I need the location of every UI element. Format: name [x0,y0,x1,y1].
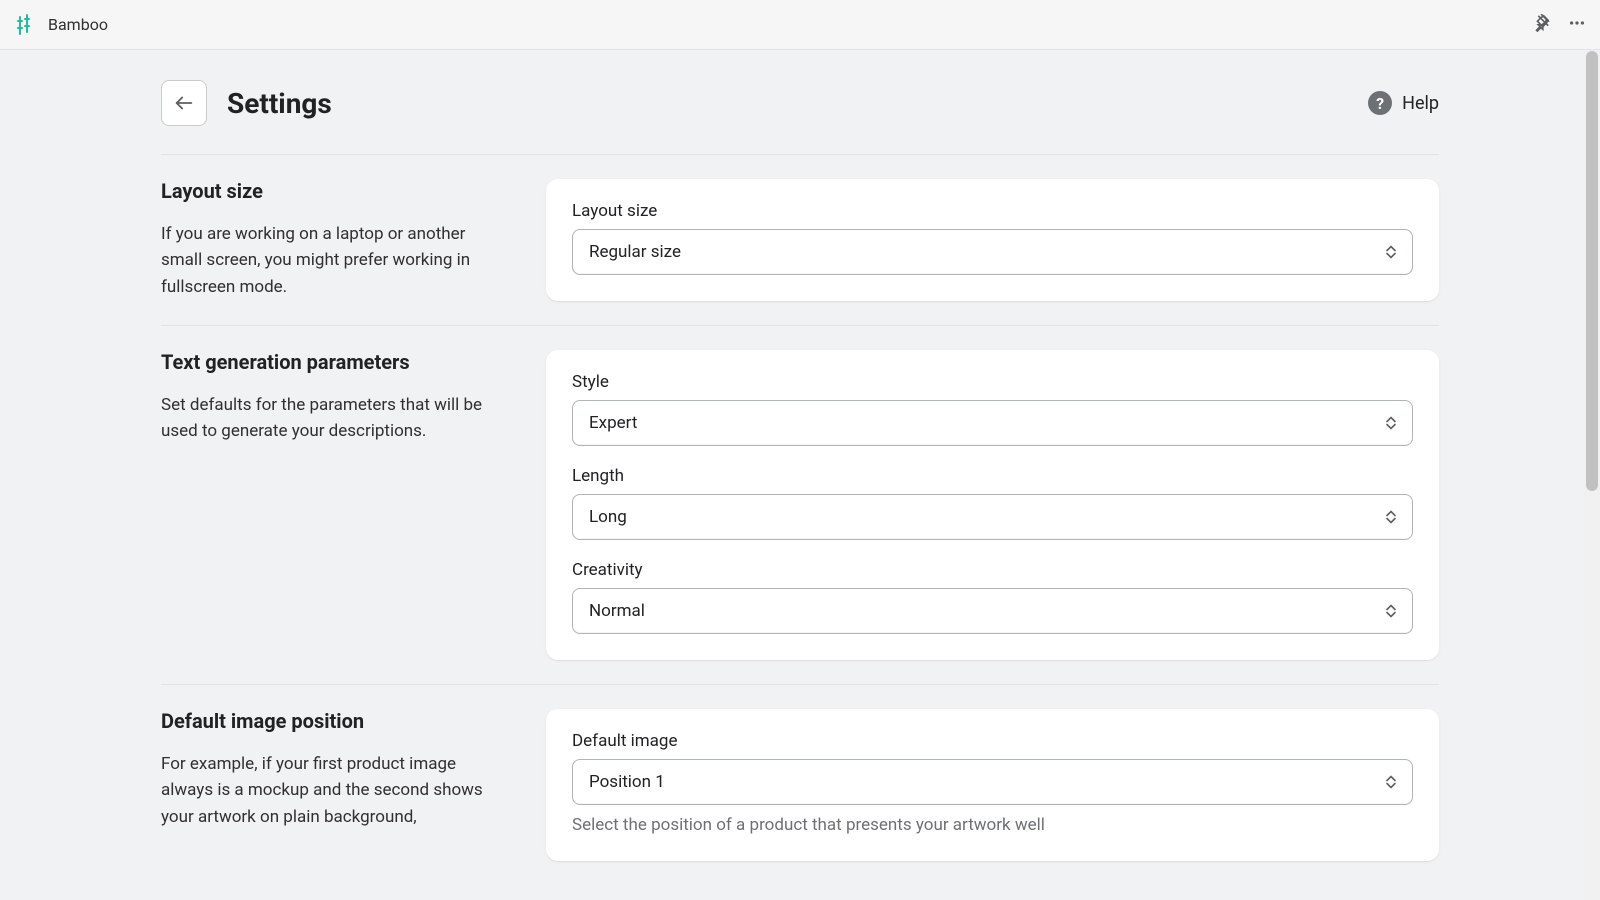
bamboo-logo-icon [14,14,36,36]
section-desc: If you are working on a laptop or anothe… [161,221,506,300]
section-title: Default image position [161,709,506,733]
select-default-image[interactable]: Position 1 [572,759,1413,805]
pin-icon[interactable] [1532,14,1550,36]
select-value: Normal [589,601,645,621]
select-creativity[interactable]: Normal [572,588,1413,634]
section-layout-size: Layout size If you are working on a lapt… [161,155,1439,326]
field-creativity: Creativity Normal [572,560,1413,634]
field-length: Length Long [572,466,1413,540]
help-icon: ? [1368,91,1392,115]
section-desc: Set defaults for the parameters that wil… [161,392,506,445]
field-label: Default image [572,731,1413,751]
chevron-updown-icon [1386,511,1396,524]
arrow-left-icon [173,92,195,114]
topbar: Bamboo [0,0,1600,50]
section-default-image: Default image position For example, if y… [161,685,1439,885]
field-label: Layout size [572,201,1413,221]
select-value: Long [589,507,627,527]
field-help: Select the position of a product that pr… [572,815,1413,835]
section-title: Text generation parameters [161,350,506,374]
topbar-right [1532,14,1586,36]
scrollbar-thumb[interactable] [1586,51,1598,491]
select-value: Expert [589,413,637,433]
field-layout-size: Layout size Regular size [572,201,1413,275]
scrollbar[interactable] [1584,51,1600,900]
card-default-image: Default image Position 1 Select the posi… [546,709,1439,861]
chevron-updown-icon [1386,246,1396,259]
select-style[interactable]: Expert [572,400,1413,446]
select-length[interactable]: Long [572,494,1413,540]
topbar-left: Bamboo [14,14,108,36]
page-title: Settings [227,87,332,120]
chevron-updown-icon [1386,605,1396,618]
field-label: Style [572,372,1413,392]
field-label: Creativity [572,560,1413,580]
page-body: Settings ? Help Layout size If you are w… [0,50,1600,885]
chevron-updown-icon [1386,776,1396,789]
field-default-image: Default image Position 1 Select the posi… [572,731,1413,835]
section-title: Layout size [161,179,506,203]
select-value: Position 1 [589,772,665,792]
card-layout-size: Layout size Regular size [546,179,1439,301]
help-link[interactable]: ? Help [1368,91,1439,115]
section-desc: For example, if your first product image… [161,751,506,830]
field-label: Length [572,466,1413,486]
field-style: Style Expert [572,372,1413,446]
select-value: Regular size [589,242,681,262]
more-icon[interactable] [1568,14,1586,36]
app-name: Bamboo [48,15,108,34]
chevron-updown-icon [1386,417,1396,430]
card-text-generation: Style Expert Length Long [546,350,1439,660]
page-header: Settings ? Help [161,80,1439,155]
back-button[interactable] [161,80,207,126]
section-text-generation: Text generation parameters Set defaults … [161,326,1439,685]
select-layout-size[interactable]: Regular size [572,229,1413,275]
help-label: Help [1402,93,1439,114]
